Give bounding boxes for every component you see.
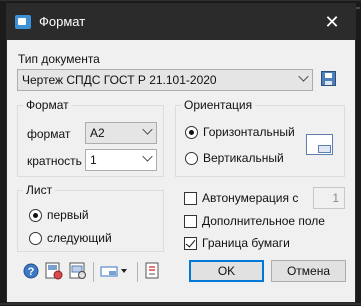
multiplicity-select[interactable]: 1	[85, 149, 157, 171]
preview-icon[interactable]	[69, 262, 87, 280]
sheet-first-label: первый	[47, 208, 89, 222]
autonumber-input[interactable]: 1	[313, 187, 345, 209]
layout-dropdown-icon[interactable]	[100, 263, 130, 279]
dialog-title: Формат	[39, 14, 86, 29]
chevron-down-icon	[298, 71, 309, 82]
doc-type-select[interactable]: Чертеж СПДС ГОСТ Р 21.101-2020	[17, 69, 313, 91]
orientation-vertical-radio[interactable]	[185, 152, 198, 165]
sheet-orientation-icon	[306, 134, 333, 155]
save-icon[interactable]	[321, 71, 336, 86]
help-icon[interactable]: ?	[23, 263, 39, 279]
orientation-horizontal-radio[interactable]	[185, 126, 198, 139]
orientation-vertical-label: Вертикальный	[203, 151, 284, 165]
multiplicity-label: кратность	[27, 154, 82, 168]
chevron-down-icon	[142, 151, 153, 162]
format-label: формат	[27, 127, 71, 141]
sheet-next-label: следующий	[47, 231, 112, 245]
toolbar-separator	[93, 262, 94, 282]
paper-border-checkbox[interactable]	[184, 237, 197, 250]
doc-type-label: Тип документа	[18, 52, 100, 66]
orientation-group-title: Ориентация	[181, 98, 256, 112]
multiplicity-value: 1	[90, 153, 97, 167]
sheet-next-radio[interactable]	[29, 232, 42, 245]
orientation-horizontal-label: Горизонтальный	[203, 125, 295, 139]
extra-field-checkbox[interactable]	[184, 215, 197, 228]
extra-field-label: Дополнительное поле	[202, 214, 325, 228]
chevron-down-icon	[142, 124, 153, 135]
format-dialog: Формат ✕ Тип документа Чертеж СПДС ГОСТ …	[6, 3, 356, 303]
format-group-title: Формат	[23, 98, 72, 112]
page-settings-icon[interactable]	[45, 262, 63, 280]
autonumber-label: Автонумерация с	[202, 191, 299, 205]
ok-button[interactable]: OK	[189, 260, 264, 282]
paper-border-label: Граница бумаги	[202, 236, 290, 250]
cancel-button[interactable]: Отмена	[271, 260, 346, 282]
sheet-group-title: Лист	[23, 183, 56, 197]
close-button[interactable]: ✕	[309, 4, 355, 40]
svg-text:?: ?	[28, 266, 35, 278]
sheet-first-radio[interactable]	[29, 209, 42, 222]
title-bar: Формат ✕	[7, 4, 355, 40]
format-value: A2	[90, 126, 105, 140]
toolbar-separator	[137, 262, 138, 282]
text-settings-icon[interactable]	[144, 262, 162, 280]
format-select[interactable]: A2	[85, 122, 157, 144]
doc-type-value: Чертеж СПДС ГОСТ Р 21.101-2020	[22, 73, 217, 87]
close-icon: ✕	[324, 12, 340, 32]
autonumber-checkbox[interactable]	[184, 192, 197, 205]
app-icon	[15, 15, 31, 29]
